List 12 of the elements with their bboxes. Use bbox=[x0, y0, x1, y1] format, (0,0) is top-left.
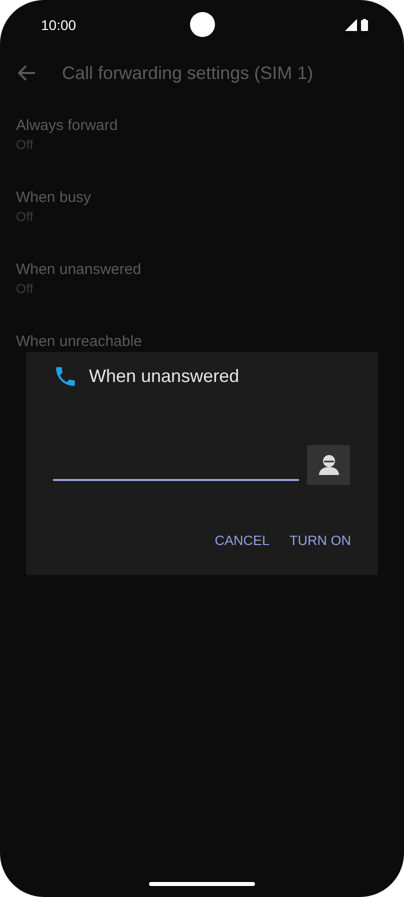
phone-icon bbox=[53, 364, 78, 389]
dialog-button[interactable]: TURN ON bbox=[284, 527, 357, 554]
battery-icon bbox=[361, 19, 368, 31]
signal-icon bbox=[345, 19, 357, 31]
status-time: 10:00 bbox=[41, 17, 76, 33]
dialog-title: When unanswered bbox=[89, 366, 240, 387]
camera-hole bbox=[190, 12, 215, 37]
back-arrow-icon[interactable] bbox=[18, 65, 36, 81]
dialog-button[interactable]: CANCEL bbox=[208, 527, 276, 554]
screen-title: Call forwarding settings (SIM 1) bbox=[62, 62, 314, 84]
person-icon bbox=[318, 454, 340, 476]
contact-button[interactable] bbox=[307, 445, 350, 485]
